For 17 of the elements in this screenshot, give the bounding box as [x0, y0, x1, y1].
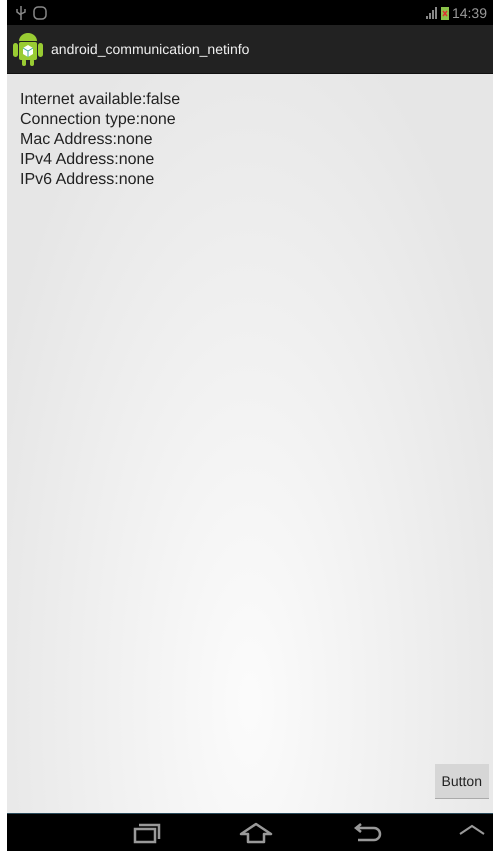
info-line: IPv6 Address:none	[20, 170, 156, 190]
app-title: android_communication_netinfo	[51, 41, 250, 57]
recent-apps-icon[interactable]	[133, 822, 163, 844]
android-robot-icon[interactable]	[13, 31, 43, 67]
battery-icon	[440, 6, 449, 20]
signal-icon	[426, 6, 438, 18]
home-icon[interactable]	[239, 822, 273, 844]
clock-time: 14:39	[452, 4, 487, 20]
caret-up-icon[interactable]	[458, 822, 486, 836]
usb-icon	[15, 4, 27, 20]
info-line: Connection type:none	[20, 110, 177, 130]
info-line: Internet available:false	[20, 90, 182, 110]
rounded-square-icon	[33, 4, 47, 20]
back-icon[interactable]	[352, 822, 382, 844]
info-line: IPv4 Address:none	[20, 150, 156, 170]
action-button[interactable]: Button	[434, 764, 489, 799]
info-line: Mac Address:none	[20, 130, 154, 150]
